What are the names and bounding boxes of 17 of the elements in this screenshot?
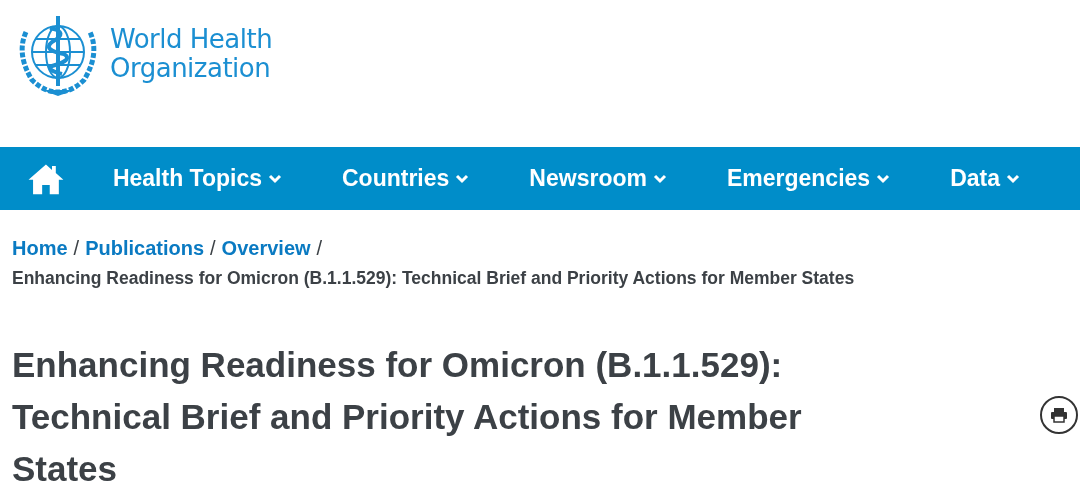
nav-link[interactable]: Countries [342, 165, 470, 192]
nav-link[interactable]: Health Topics [112, 165, 282, 192]
breadcrumb-current: Enhancing Readiness for Omicron (B.1.1.529): Technical Brief and Priority Actions for Member States [12, 267, 856, 289]
breadcrumb-separator: / [210, 236, 216, 261]
nav-link[interactable]: Data [950, 165, 1020, 192]
logo-text: Organization [110, 54, 272, 83]
nav-link[interactable]: Emergencies [726, 165, 891, 192]
page-title: Enhancing Readiness for Omicron (B.1.1.529): Technical Brief and Priority Actions for Member States [12, 344, 803, 490]
logo-text: World Health [110, 25, 273, 54]
breadcrumb-link[interactable]: Home [12, 235, 68, 261]
breadcrumb-link[interactable]: Overview [221, 235, 311, 261]
breadcrumb-separator: / [73, 236, 80, 261]
nav-link[interactable]: Newsroom [529, 165, 667, 192]
printer-icon [1050, 407, 1068, 423]
print-button[interactable] [1040, 396, 1078, 434]
breadcrumb-separator: / [316, 236, 323, 261]
breadcrumb-link[interactable]: Publications [85, 235, 205, 261]
